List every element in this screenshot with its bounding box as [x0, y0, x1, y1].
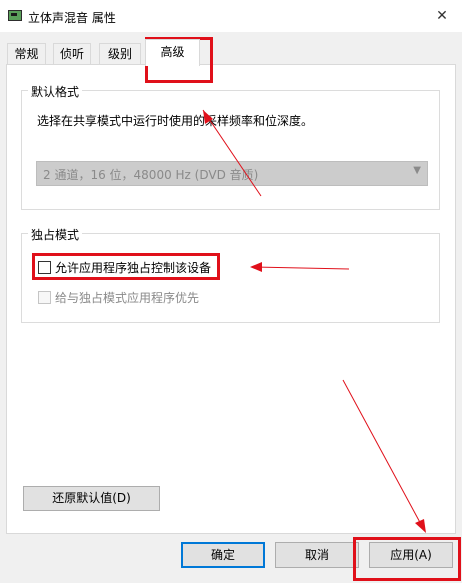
tab-levels[interactable]: 级别: [99, 43, 141, 65]
allow-exclusive-label[interactable]: 允许应用程序独占控制该设备: [55, 259, 211, 276]
chevron-down-icon: ▼: [413, 165, 421, 176]
default-format-group: 默认格式: [21, 83, 440, 210]
window-title: 立体声混音 属性: [28, 11, 116, 25]
sample-rate-value: 2 通道，16 位，48000 Hz (DVD 音质): [43, 168, 259, 182]
sample-rate-dropdown[interactable]: 2 通道，16 位，48000 Hz (DVD 音质) ▼: [36, 161, 428, 186]
exclusive-mode-group: 独占模式: [21, 226, 440, 323]
tab-general[interactable]: 常规: [7, 43, 46, 65]
cancel-button[interactable]: 取消: [275, 542, 359, 568]
title-bar: 立体声混音 属性 ✕: [0, 0, 462, 32]
default-format-description: 选择在共享模式中运行时使用的采样频率和位深度。: [37, 114, 314, 128]
ok-button[interactable]: 确定: [181, 542, 265, 568]
speaker-device-icon: [8, 10, 22, 21]
exclusive-priority-label: 给与独占模式应用程序优先: [55, 291, 200, 305]
exclusive-mode-legend: 独占模式: [28, 226, 83, 243]
restore-defaults-button[interactable]: 还原默认值(D): [23, 486, 160, 511]
default-format-legend: 默认格式: [28, 83, 83, 100]
tab-listen[interactable]: 侦听: [53, 43, 91, 65]
exclusive-priority-checkbox: [38, 291, 51, 304]
apply-button[interactable]: 应用(A): [369, 542, 453, 568]
tab-advanced[interactable]: 高级: [145, 39, 200, 66]
allow-exclusive-checkbox[interactable]: [38, 261, 51, 274]
close-button[interactable]: ✕: [430, 4, 454, 28]
